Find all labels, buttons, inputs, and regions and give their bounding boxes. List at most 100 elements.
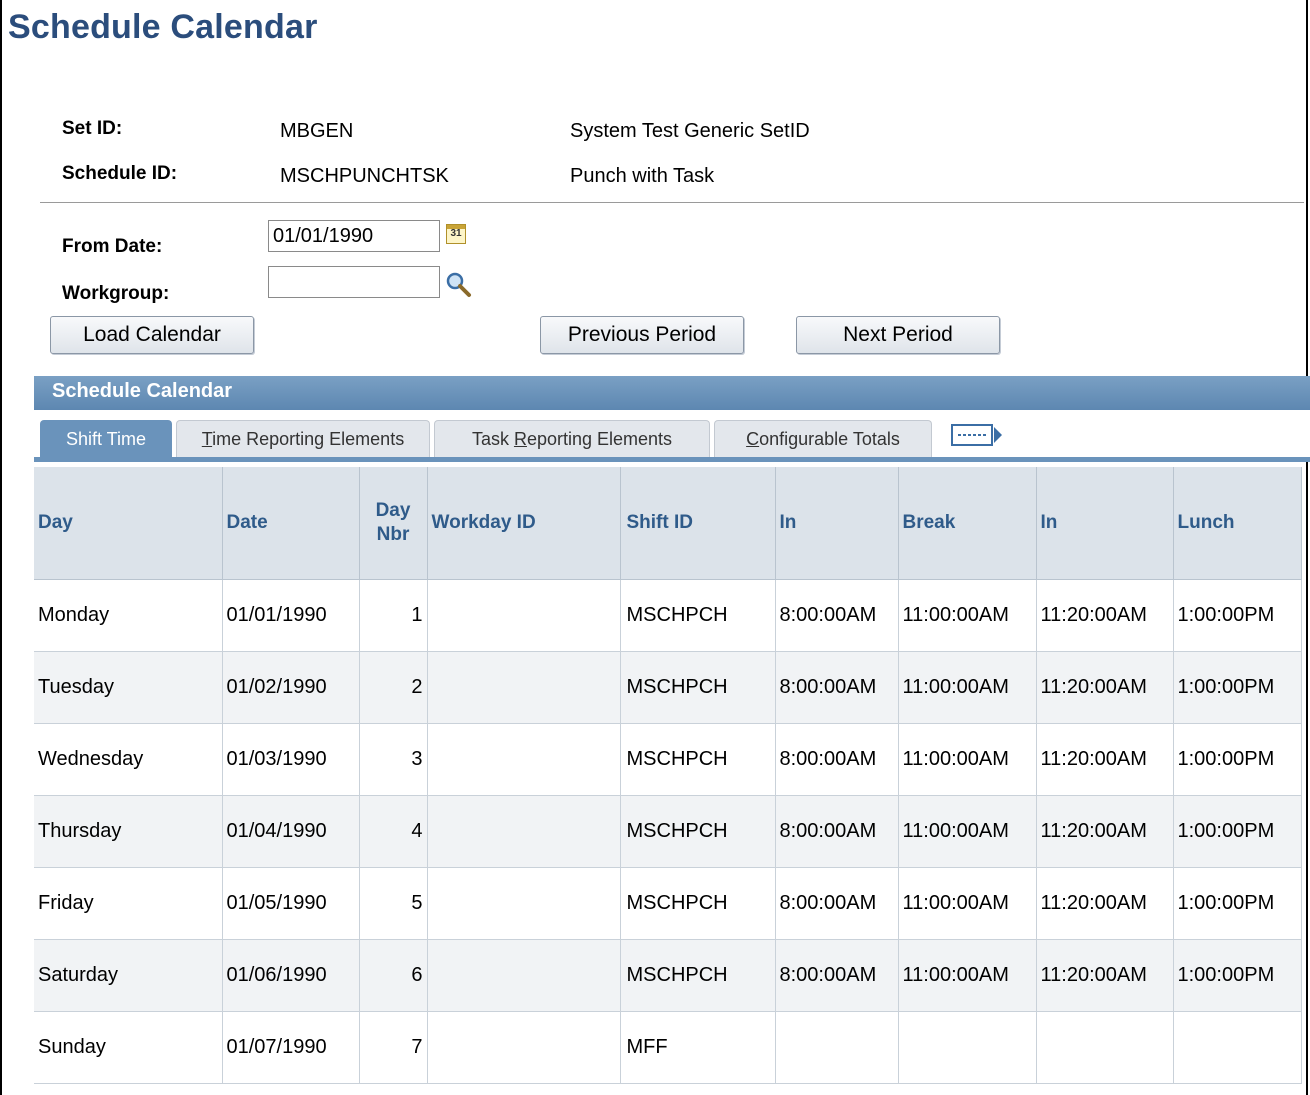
next-period-button[interactable]: Next Period (796, 316, 1000, 354)
cell-in: 8:00:00AM (775, 867, 899, 940)
cell-break: 11:00:00AM (898, 939, 1037, 1012)
grid-title-bar: Schedule Calendar (34, 376, 1310, 410)
tab-task-reporting-post: eporting Elements (526, 429, 673, 449)
cell-workday-id (427, 723, 621, 796)
previous-period-button[interactable]: Previous Period (540, 316, 744, 354)
set-id-description: System Test Generic SetID (570, 120, 810, 142)
cell-shift-id: MSCHPCH (620, 579, 776, 652)
cell-day: Friday (34, 867, 223, 940)
col-header-day-nbr[interactable]: Day Nbr (359, 467, 428, 580)
table-row: Monday 01/01/1990 1 MSCHPCH 8:00:00AM 11… (34, 579, 1302, 652)
cell-day-nbr: 1 (359, 579, 428, 652)
cell-day: Sunday (34, 1011, 223, 1084)
cell-shift-id: MSCHPCH (620, 939, 776, 1012)
tab-configurable-accesskey: C (746, 429, 760, 449)
tab-configurable-post: onfigurable Totals (759, 429, 900, 449)
cell-date: 01/05/1990 (222, 867, 360, 940)
schedule-id-value: MSCHPUNCHTSK (280, 165, 449, 187)
cell-break: 11:00:00AM (898, 651, 1037, 724)
cell-in-2: 11:20:00AM (1036, 939, 1174, 1012)
cell-in-2: 11:20:00AM (1036, 795, 1174, 868)
cell-in-2: 11:20:00AM (1036, 579, 1174, 652)
cell-break (898, 1011, 1037, 1084)
tab-task-reporting-accesskey: R (513, 429, 527, 449)
table-row: Saturday 01/06/1990 6 MSCHPCH 8:00:00AM … (34, 939, 1302, 1012)
table-row: Friday 01/05/1990 5 MSCHPCH 8:00:00AM 11… (34, 867, 1302, 940)
header-divider (40, 202, 1304, 203)
cell-day: Tuesday (34, 651, 223, 724)
tab-task-reporting-pre: Task (471, 429, 514, 449)
schedule-grid: Day Date Day Nbr Workday ID Shift ID In B… (34, 467, 1302, 1084)
cell-break: 11:00:00AM (898, 723, 1037, 796)
workgroup-input[interactable] (268, 266, 440, 298)
cell-lunch: 1:00:00PM (1173, 867, 1302, 940)
cell-shift-id: MSCHPCH (620, 651, 776, 724)
load-calendar-button[interactable]: Load Calendar (50, 316, 254, 354)
cell-date: 01/01/1990 (222, 579, 360, 652)
cell-in: 8:00:00AM (775, 939, 899, 1012)
cell-lunch: 1:00:00PM (1173, 723, 1302, 796)
table-row: Wednesday 01/03/1990 3 MSCHPCH 8:00:00AM… (34, 723, 1302, 796)
col-header-date[interactable]: Date (222, 467, 360, 580)
from-date-input[interactable] (268, 220, 440, 252)
show-all-columns-icon[interactable] (950, 422, 1004, 448)
tab-task-reporting-elements[interactable]: Task Reporting Elements (434, 420, 710, 457)
cell-in: 8:00:00AM (775, 579, 899, 652)
tab-time-reporting-elements[interactable]: Time Reporting Elements (176, 420, 430, 457)
tab-time-reporting-accesskey: T (201, 429, 213, 449)
cell-day-nbr: 7 (359, 1011, 428, 1084)
cell-day-nbr: 4 (359, 795, 428, 868)
col-header-workday-id[interactable]: Workday ID (427, 467, 621, 580)
col-header-break[interactable]: Break (898, 467, 1037, 580)
cell-date: 01/06/1990 (222, 939, 360, 1012)
col-header-in-2[interactable]: In (1036, 467, 1174, 580)
cell-lunch: 1:00:00PM (1173, 651, 1302, 724)
cell-break: 11:00:00AM (898, 867, 1037, 940)
cell-workday-id (427, 939, 621, 1012)
col-header-in[interactable]: In (775, 467, 899, 580)
tab-shift-time[interactable]: Shift Time (40, 420, 172, 457)
cell-in-2: 11:20:00AM (1036, 651, 1174, 724)
cell-shift-id: MSCHPCH (620, 867, 776, 940)
cell-in-2: 11:20:00AM (1036, 867, 1174, 940)
set-id-value: MBGEN (280, 120, 354, 142)
cell-day: Wednesday (34, 723, 223, 796)
cell-day-nbr: 3 (359, 723, 428, 796)
cell-workday-id (427, 579, 621, 652)
col-header-day-nbr-line2: Nbr (376, 523, 410, 545)
cell-workday-id (427, 867, 621, 940)
cell-day-nbr: 2 (359, 651, 428, 724)
cell-day: Saturday (34, 939, 223, 1012)
cell-shift-id: MFF (620, 1011, 776, 1084)
cell-break: 11:00:00AM (898, 795, 1037, 868)
workgroup-label: Workgroup: (62, 283, 170, 304)
cell-date: 01/03/1990 (222, 723, 360, 796)
table-row: Sunday 01/07/1990 7 MFF (34, 1011, 1302, 1084)
cell-day-nbr: 6 (359, 939, 428, 1012)
cell-day: Thursday (34, 795, 223, 868)
cell-break: 11:00:00AM (898, 579, 1037, 652)
col-header-day[interactable]: Day (34, 467, 223, 580)
cell-date: 01/07/1990 (222, 1011, 360, 1084)
cell-lunch (1173, 1011, 1302, 1084)
cell-in-2 (1036, 1011, 1174, 1084)
cell-lunch: 1:00:00PM (1173, 579, 1302, 652)
cell-in: 8:00:00AM (775, 651, 899, 724)
schedule-id-description: Punch with Task (570, 165, 715, 187)
cell-in: 8:00:00AM (775, 723, 899, 796)
set-id-label: Set ID: (62, 118, 123, 139)
grid-tab-bar: Shift Time Time Reporting Elements Task … (34, 410, 1310, 462)
tab-configurable-totals[interactable]: Configurable Totals (714, 420, 932, 457)
cell-day: Monday (34, 579, 223, 652)
cell-date: 01/04/1990 (222, 795, 360, 868)
cell-shift-id: MSCHPCH (620, 795, 776, 868)
magnifier-icon[interactable] (444, 270, 472, 298)
calendar-icon[interactable]: 31 (446, 224, 466, 244)
table-row: Tuesday 01/02/1990 2 MSCHPCH 8:00:00AM 1… (34, 651, 1302, 724)
cell-lunch: 1:00:00PM (1173, 939, 1302, 1012)
cell-in (775, 1011, 899, 1084)
schedule-id-label: Schedule ID: (62, 163, 178, 184)
col-header-shift-id[interactable]: Shift ID (620, 467, 776, 580)
col-header-lunch[interactable]: Lunch (1173, 467, 1302, 580)
tab-time-reporting-post: ime Reporting Elements (212, 429, 405, 449)
